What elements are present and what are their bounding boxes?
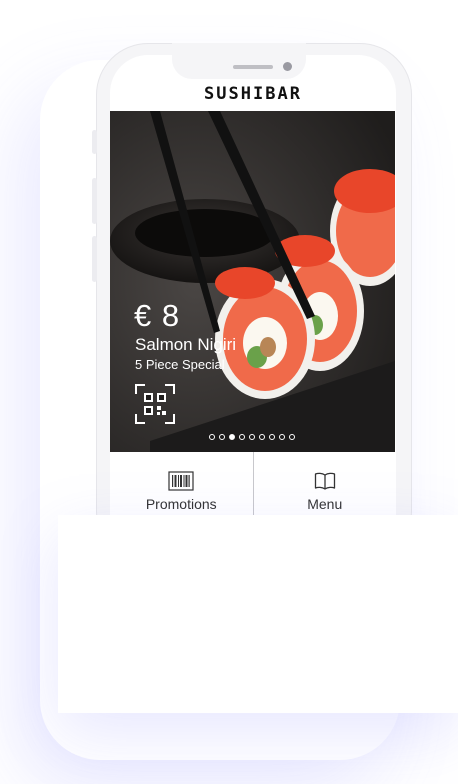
phone-notch [172, 43, 306, 79]
side-button [92, 236, 97, 282]
overlay-card [58, 515, 458, 713]
qr-scan-icon[interactable] [135, 384, 175, 424]
carousel-indicator[interactable] [209, 434, 295, 440]
tab-promotions[interactable]: Promotions [110, 452, 253, 515]
carousel-dot[interactable] [219, 434, 225, 440]
carousel-dot[interactable] [289, 434, 295, 440]
dish-subtitle: 5 Piece Special [135, 357, 225, 372]
carousel-dot[interactable] [259, 434, 265, 440]
front-camera [283, 62, 292, 71]
tab-label: Promotions [145, 496, 217, 512]
dish-name: Salmon Nigiri [135, 335, 237, 354]
book-icon [314, 472, 335, 490]
carousel-dot[interactable] [209, 434, 215, 440]
tab-menu[interactable]: Menu [252, 452, 397, 515]
carousel-dot-active[interactable] [229, 434, 235, 440]
barcode-icon [168, 471, 194, 491]
carousel-dot[interactable] [239, 434, 245, 440]
brand-logo: SUSHIBAR [204, 84, 302, 104]
tab-label: Menu [307, 496, 343, 512]
carousel-dot[interactable] [279, 434, 285, 440]
side-button [92, 178, 97, 224]
bottom-tab-bar: Promotions Menu [110, 452, 396, 515]
carousel-dot[interactable] [249, 434, 255, 440]
speaker [233, 65, 273, 69]
carousel-dot[interactable] [269, 434, 275, 440]
price-label: € 8 [134, 298, 181, 333]
side-button [92, 130, 97, 154]
